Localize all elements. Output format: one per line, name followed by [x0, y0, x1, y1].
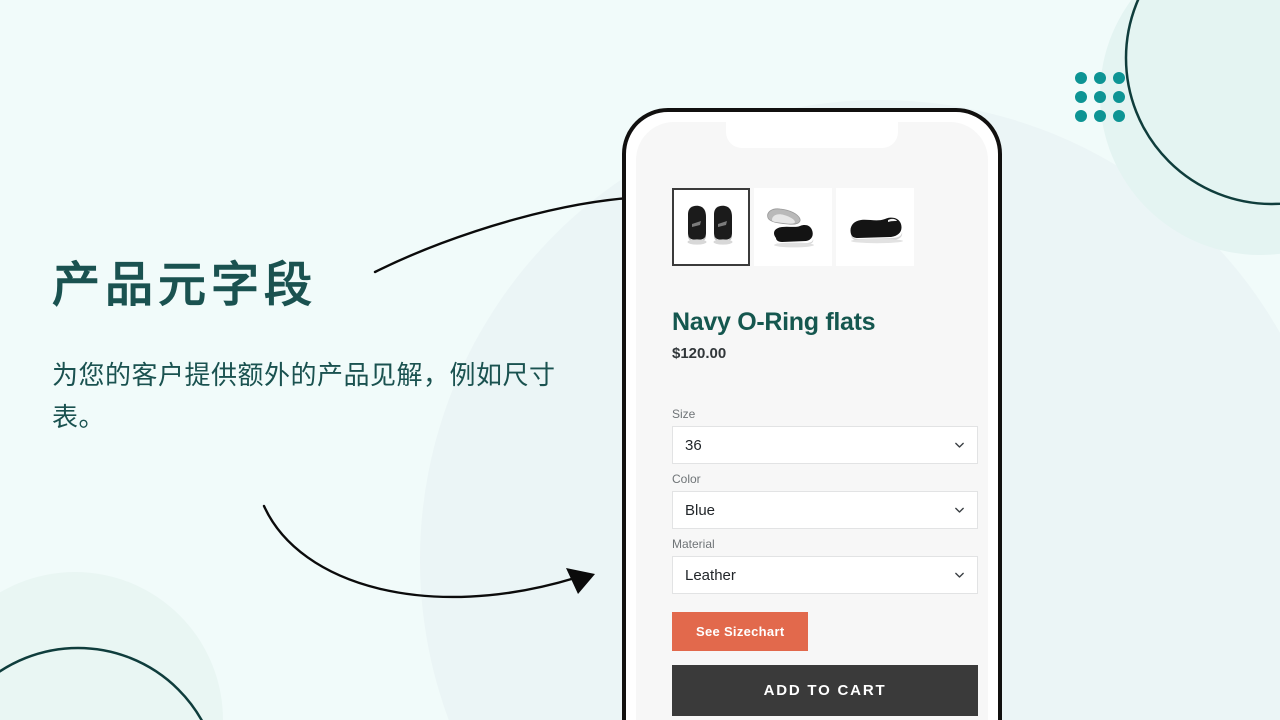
curved-arrow-to-sizechart-head [566, 568, 595, 594]
variant-value-color: Blue [685, 501, 716, 519]
variant-select-color[interactable]: Blue [672, 491, 978, 529]
gallery-thumbnail-2[interactable] [754, 188, 832, 266]
curved-arrow-to-sizechart-path [262, 504, 577, 599]
product-title: Navy O-Ring flats [672, 308, 876, 336]
chevron-down-icon [955, 572, 964, 578]
variant-select-size[interactable]: 36 [672, 426, 978, 464]
variant-label-size: Size [672, 407, 696, 421]
background-circle-topright-outline [1124, 0, 1280, 206]
chevron-down-icon [955, 442, 964, 448]
variant-selection-form: Size 36 Color Blue Material Leather See … [672, 407, 978, 716]
dot-grid-icon [1075, 72, 1125, 122]
shoe-sole-and-side-view-icon [767, 208, 814, 248]
phone-mockup: Navy O-Ring flats $120.00 Size 36 Color … [622, 108, 1002, 720]
variant-label-material: Material [672, 537, 715, 551]
shoe-pair-rear-view-icon [687, 205, 733, 245]
variant-field-color: Color Blue [672, 472, 978, 529]
product-price: $120.00 [672, 345, 727, 362]
background-circle-topright-filled [1100, 0, 1280, 255]
variant-label-color: Color [672, 472, 701, 486]
marketing-copy: 产品元字段 为您的客户提供额外的产品见解，例如尺寸表。 [52, 258, 612, 438]
background-circle-bottomleft-outline [0, 646, 203, 720]
product-gallery-thumbnails [672, 188, 914, 266]
see-sizechart-button[interactable]: See Sizechart [672, 612, 809, 651]
page-title: 产品元字段 [52, 259, 318, 312]
variant-select-material[interactable]: Leather [672, 556, 978, 594]
chevron-down-icon [955, 507, 964, 513]
variant-value-material: Leather [685, 566, 736, 584]
phone-notch [726, 122, 898, 148]
phone-screen: Navy O-Ring flats $120.00 Size 36 Color … [636, 122, 988, 720]
product-info: Navy O-Ring flats $120.00 [672, 308, 964, 362]
variant-value-size: 36 [685, 436, 702, 454]
gallery-thumbnail-1[interactable] [672, 188, 750, 266]
shoe-side-profile-view-icon [850, 217, 903, 244]
gallery-thumbnail-3[interactable] [836, 188, 914, 266]
add-to-cart-button[interactable]: ADD TO CART [672, 665, 978, 716]
background-circle-bottomleft-filled [0, 572, 223, 720]
page-subtitle: 为您的客户提供额外的产品见解，例如尺寸表。 [52, 360, 556, 432]
variant-field-size: Size 36 [672, 407, 978, 464]
variant-field-material: Material Leather [672, 537, 978, 594]
